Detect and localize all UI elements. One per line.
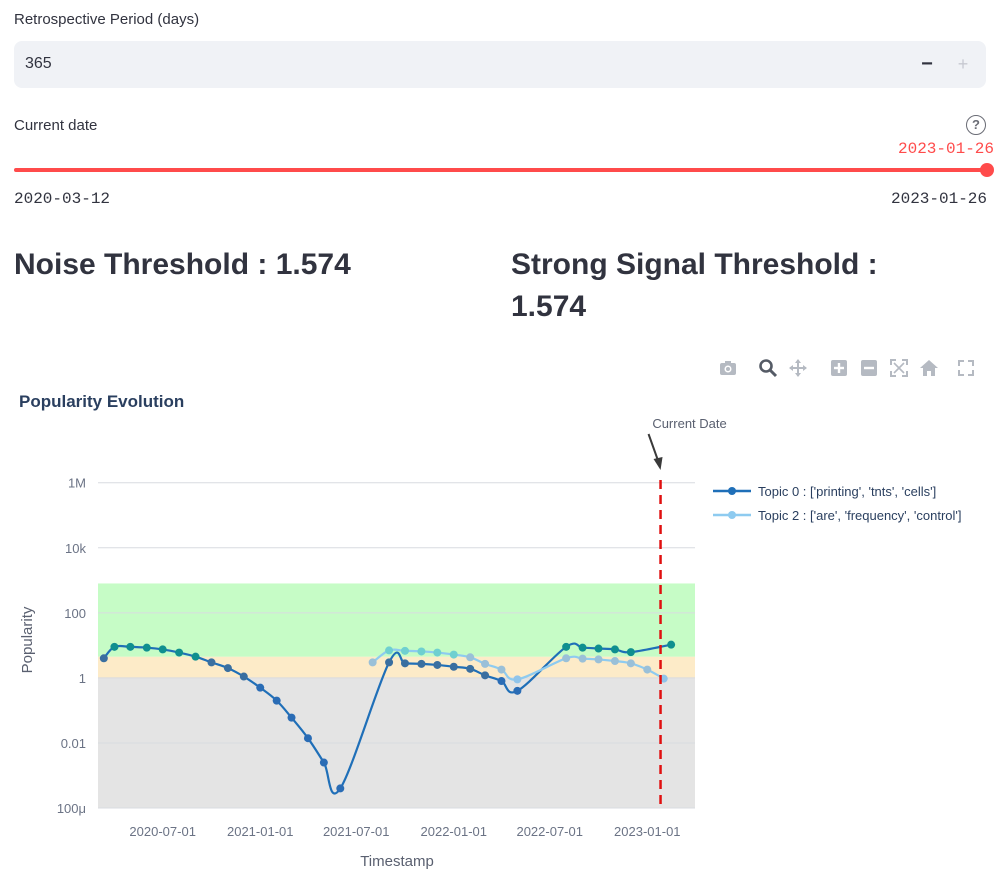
data-point[interactable] bbox=[626, 659, 635, 668]
data-point[interactable] bbox=[562, 654, 571, 663]
x-tick-label: 2023-01-01 bbox=[614, 824, 681, 839]
data-point[interactable] bbox=[481, 659, 490, 668]
data-point[interactable] bbox=[449, 662, 458, 671]
data-point[interactable] bbox=[207, 658, 216, 667]
data-point[interactable] bbox=[449, 650, 458, 659]
data-point[interactable] bbox=[433, 648, 442, 657]
data-point[interactable] bbox=[175, 648, 184, 657]
fullscreen-icon[interactable] bbox=[956, 358, 978, 380]
strong-signal-threshold-heading: Strong Signal Threshold : 1.574 bbox=[511, 244, 981, 328]
data-point[interactable] bbox=[626, 648, 635, 657]
data-point[interactable] bbox=[667, 640, 676, 649]
date-slider-thumb[interactable] bbox=[980, 163, 994, 177]
y-tick-label: 100 bbox=[64, 606, 86, 621]
reset-axes-icon[interactable] bbox=[919, 358, 941, 380]
data-point[interactable] bbox=[142, 643, 151, 652]
data-point[interactable] bbox=[272, 696, 281, 705]
autoscale-icon[interactable] bbox=[889, 358, 911, 380]
decrement-button[interactable]: − bbox=[912, 49, 942, 79]
data-point[interactable] bbox=[578, 643, 587, 652]
slider-min-label: 2020-03-12 bbox=[14, 190, 111, 208]
data-point[interactable] bbox=[562, 642, 571, 651]
data-point[interactable] bbox=[400, 646, 409, 655]
current-date-label: Current date bbox=[14, 117, 98, 134]
date-slider-track[interactable] bbox=[14, 168, 988, 172]
data-point[interactable] bbox=[99, 654, 108, 663]
zoom-in-icon[interactable] bbox=[829, 358, 851, 380]
zoom-out-icon[interactable] bbox=[859, 358, 881, 380]
y-axis-label: Popularity bbox=[19, 606, 36, 673]
popularity-chart[interactable]: 1M 10k 100 1 0.01 100μ 2020-07-01 2021-01-01 20… bbox=[0, 405, 1003, 881]
data-point[interactable] bbox=[433, 660, 442, 669]
slider-current-value: 2023-01-26 bbox=[897, 140, 994, 158]
noise-threshold-heading: Noise Threshold : 1.574 bbox=[14, 248, 351, 281]
data-point[interactable] bbox=[303, 734, 312, 743]
x-tick-label: 2020-07-01 bbox=[129, 824, 196, 839]
data-point[interactable] bbox=[110, 642, 119, 651]
y-tick-label: 10k bbox=[65, 541, 86, 556]
data-point[interactable] bbox=[610, 645, 619, 654]
slider-max-label: 2023-01-26 bbox=[890, 190, 987, 208]
data-point[interactable] bbox=[643, 665, 652, 674]
annotation-arrow bbox=[647, 433, 660, 463]
data-point[interactable] bbox=[126, 642, 135, 651]
help-icon[interactable]: ? bbox=[966, 115, 986, 135]
data-point[interactable] bbox=[466, 664, 475, 673]
x-axis-label: Timestamp bbox=[360, 853, 434, 870]
y-tick-label: 1 bbox=[79, 671, 86, 686]
annotation-arrowhead bbox=[653, 457, 663, 470]
y-tick-label: 0.01 bbox=[61, 736, 86, 751]
camera-icon[interactable] bbox=[718, 358, 740, 380]
legend-swatch-marker bbox=[728, 511, 736, 519]
x-tick-label: 2022-01-01 bbox=[421, 824, 488, 839]
data-point[interactable] bbox=[385, 646, 394, 655]
data-point[interactable] bbox=[513, 675, 522, 684]
x-tick-label: 2021-07-01 bbox=[323, 824, 390, 839]
x-tick-label: 2022-07-01 bbox=[516, 824, 583, 839]
legend-item-label[interactable]: Topic 2 : ['are', 'frequency', 'control'… bbox=[758, 508, 962, 523]
data-point[interactable] bbox=[336, 784, 345, 793]
data-point[interactable] bbox=[417, 647, 426, 656]
data-point[interactable] bbox=[417, 659, 426, 668]
data-point[interactable] bbox=[158, 645, 167, 654]
data-point[interactable] bbox=[497, 677, 506, 686]
y-tick-label: 1M bbox=[68, 476, 86, 491]
data-point[interactable] bbox=[466, 653, 475, 662]
data-point[interactable] bbox=[319, 758, 328, 767]
data-point[interactable] bbox=[385, 658, 394, 667]
data-point[interactable] bbox=[191, 652, 200, 661]
legend-swatch-marker bbox=[728, 487, 736, 495]
pan-icon[interactable] bbox=[788, 358, 810, 380]
data-point[interactable] bbox=[287, 713, 296, 722]
current-date-annotation: Current Date bbox=[652, 416, 726, 431]
legend-item-label[interactable]: Topic 0 : ['printing', 'tnts', 'cells'] bbox=[758, 484, 936, 499]
data-point[interactable] bbox=[594, 655, 603, 664]
data-point[interactable] bbox=[513, 686, 522, 695]
data-point[interactable] bbox=[594, 644, 603, 653]
data-point[interactable] bbox=[578, 654, 587, 663]
increment-button[interactable]: + bbox=[948, 49, 978, 79]
data-point[interactable] bbox=[610, 657, 619, 666]
retrospective-period-input[interactable]: 365 − + bbox=[14, 41, 986, 88]
strong-threshold-label: Strong Signal Threshold : bbox=[511, 248, 878, 281]
data-point[interactable] bbox=[239, 672, 248, 681]
data-point[interactable] bbox=[497, 665, 506, 674]
data-point[interactable] bbox=[368, 658, 377, 667]
strong-zone bbox=[98, 583, 695, 657]
data-point[interactable] bbox=[256, 683, 265, 692]
retrospective-period-value[interactable]: 365 bbox=[25, 55, 52, 73]
retrospective-period-label: Retrospective Period (days) bbox=[14, 11, 200, 28]
x-tick-label: 2021-01-01 bbox=[227, 824, 294, 839]
y-tick-label: 100μ bbox=[57, 801, 86, 816]
data-point[interactable] bbox=[223, 664, 232, 673]
zoom-icon[interactable] bbox=[758, 358, 780, 380]
strong-threshold-value: 1.574 bbox=[511, 290, 587, 323]
data-point[interactable] bbox=[481, 671, 490, 680]
data-point[interactable] bbox=[400, 659, 409, 668]
